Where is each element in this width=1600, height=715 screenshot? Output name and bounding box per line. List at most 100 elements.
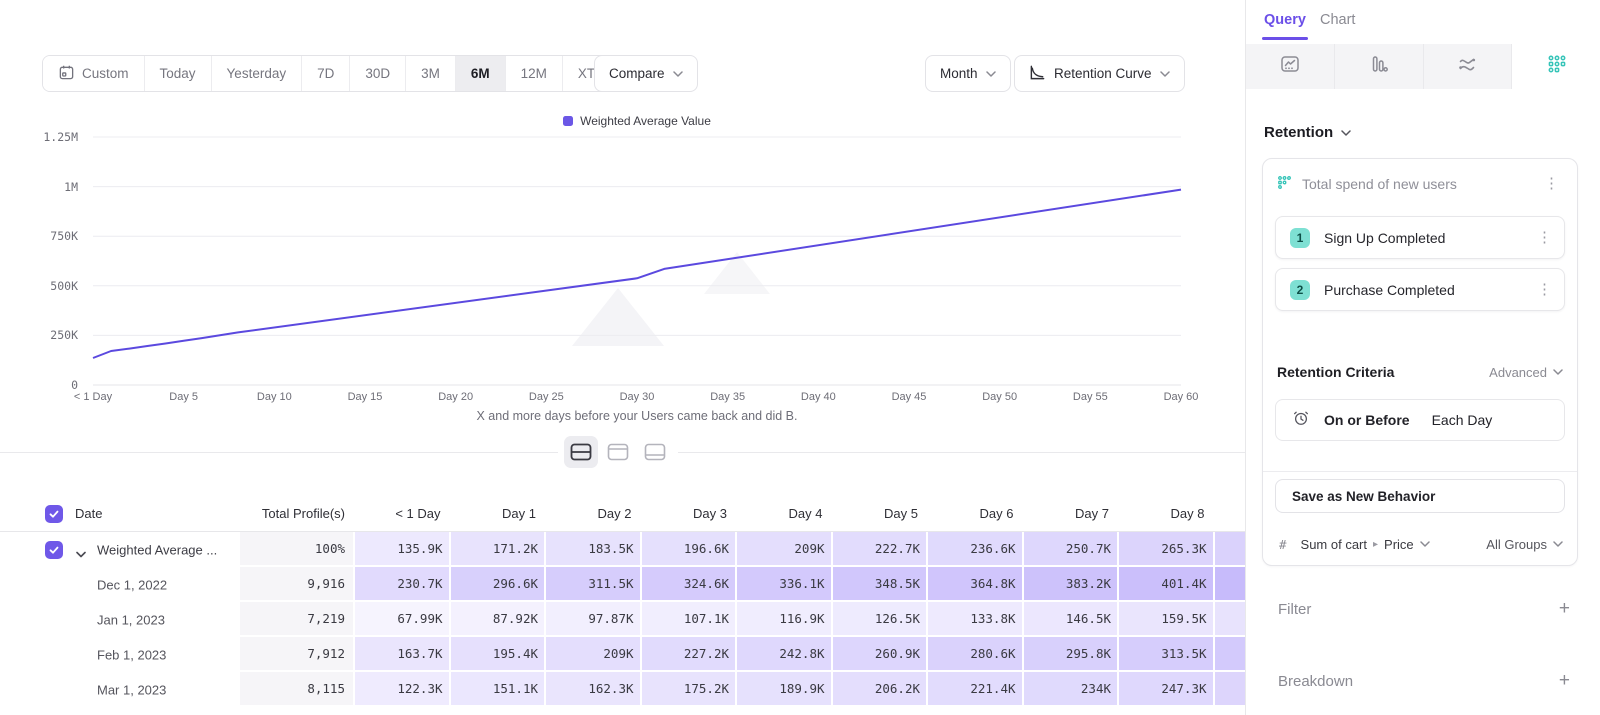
measure-property-dropdown[interactable]: Sum of cart ▸ Price [1301, 537, 1430, 552]
range-button-12m[interactable]: 12M [505, 56, 562, 91]
range-button-7d[interactable]: 7D [301, 56, 349, 91]
chart-type-dropdown[interactable]: Retention Curve [1014, 55, 1185, 92]
header-day-7: Day 7 [1024, 496, 1120, 531]
range-label: Yesterday [227, 66, 287, 81]
flows-icon [1457, 54, 1477, 79]
layout-bottom-button[interactable] [638, 436, 672, 468]
chart-legend[interactable]: Weighted Average Value [93, 114, 1181, 128]
row-label: Dec 1, 2022 [97, 577, 167, 592]
x-axis-tick: Day 35 [683, 391, 773, 403]
table-row[interactable]: Dec 1, 20229,916230.7K296.6K311.5K324.6K… [0, 567, 1249, 602]
chart-type-label: Retention Curve [1054, 66, 1152, 81]
layout-toggle-group [558, 434, 678, 470]
retention-cell: 230.7K [355, 567, 451, 602]
retention-cell: 260.9K [833, 637, 929, 672]
step-event-label: Purchase Completed [1324, 282, 1455, 298]
retention-cell: 364.8K [928, 567, 1024, 602]
retention-cell: 296.6K [451, 567, 547, 602]
total-profiles-cell: 7,219 [240, 602, 355, 637]
insights-icon [1280, 54, 1300, 79]
retention-cell: 126.5K [833, 602, 929, 637]
tab-chart[interactable]: Chart [1320, 12, 1355, 28]
behavior-menu-button[interactable]: ⋮ [1540, 174, 1563, 193]
header-day-5: Day 5 [833, 496, 929, 531]
breadcrumb-arrow-icon: ▸ [1373, 539, 1378, 550]
funnels-icon [1369, 54, 1389, 79]
filter-label: Filter [1278, 601, 1311, 618]
retention-cell: 236.6K [928, 532, 1024, 567]
granularity-dropdown[interactable]: Month [925, 55, 1011, 92]
group-scope-dropdown[interactable]: All Groups [1486, 537, 1563, 552]
row-label: Jan 1, 2023 [97, 612, 165, 627]
retention-cell: 313.5K [1119, 637, 1215, 672]
x-axis-tick: Day 10 [229, 391, 319, 403]
retention-cell: 196.6K [642, 532, 738, 567]
funnels-report-button[interactable] [1335, 44, 1424, 89]
retention-cell: 151.1K [451, 672, 547, 707]
retention-report-app: Weighted Average Value 0250K500K750K1M1.… [0, 0, 1600, 715]
range-button-custom[interactable]: Custom [43, 56, 144, 91]
timing-window-dropdown[interactable]: Each Day [1432, 412, 1493, 428]
range-button-3m[interactable]: 3M [405, 56, 455, 91]
table-row[interactable]: Feb 1, 20237,912163.7K195.4K209K227.2K24… [0, 637, 1249, 672]
header-day-6: Day 6 [928, 496, 1024, 531]
retention-cell: 311.5K [546, 567, 642, 602]
row-label: Mar 1, 2023 [97, 682, 166, 697]
timing-operator-dropdown[interactable]: On or Before [1324, 412, 1410, 428]
save-behavior-button[interactable]: Save as New Behavior [1275, 479, 1565, 513]
retention-cell: 162.3K [546, 672, 642, 707]
table-row[interactable]: Mar 1, 20238,115122.3K151.1K162.3K175.2K… [0, 672, 1249, 707]
chevron-down-icon [1553, 369, 1563, 375]
chevron-down-icon [1160, 71, 1170, 77]
table-row[interactable]: Weighted Average ...100%135.9K171.2K183.… [0, 532, 1249, 567]
flows-report-button[interactable] [1424, 44, 1513, 89]
retention-cell: 242.8K [737, 637, 833, 672]
header-day-3: Day 3 [642, 496, 738, 531]
header-label: Date [75, 506, 102, 521]
range-button-yesterday[interactable]: Yesterday [211, 56, 302, 91]
tab-query[interactable]: Query [1264, 12, 1306, 28]
compare-button[interactable]: Compare [594, 55, 698, 92]
retention-report-button[interactable] [1512, 44, 1600, 89]
behavior-step-1[interactable]: 1Sign Up Completed⋮ [1275, 216, 1565, 259]
behavior-title: Total spend of new users [1302, 176, 1457, 192]
range-button-today[interactable]: Today [144, 56, 211, 91]
expand-chevron-icon[interactable] [76, 545, 86, 563]
y-axis-tick: 750K [0, 229, 78, 243]
insights-report-button[interactable] [1246, 44, 1335, 89]
layout-top-button[interactable] [601, 436, 635, 468]
criteria-mode-dropdown[interactable]: Advanced [1489, 365, 1563, 380]
add-filter-button[interactable]: + [1559, 598, 1570, 620]
y-axis-tick: 1.25M [0, 130, 78, 144]
retention-cell: 222.7K [833, 532, 929, 567]
step-menu-button[interactable]: ⋮ [1533, 228, 1556, 247]
x-axis-tick: Day 45 [864, 391, 954, 403]
header-day-8: Day 8 [1119, 496, 1215, 531]
retention-cell-overflow [1215, 602, 1250, 637]
step-menu-button[interactable]: ⋮ [1533, 280, 1556, 299]
y-axis-tick: 250K [0, 328, 78, 342]
criteria-label: Retention Criteria [1277, 364, 1394, 380]
layout-split-button[interactable] [564, 436, 598, 468]
retention-cell: 336.1K [737, 567, 833, 602]
calendar-icon [58, 64, 75, 84]
chevron-down-icon [1420, 541, 1430, 547]
row-checkbox[interactable] [45, 541, 63, 559]
retention-cell: 107.1K [642, 602, 738, 637]
section-dropdown-retention[interactable]: Retention [1264, 124, 1351, 141]
retention-curve-icon [1029, 64, 1046, 84]
behavior-step-2[interactable]: 2Purchase Completed⋮ [1275, 268, 1565, 311]
range-label: 3M [421, 66, 440, 81]
retention-cell: 324.6K [642, 567, 738, 602]
retention-cell: 97.87K [546, 602, 642, 637]
retention-cell: 87.92K [451, 602, 547, 637]
range-button-6m[interactable]: 6M [455, 56, 505, 91]
select-all-checkbox[interactable] [45, 505, 63, 523]
table-row[interactable]: Jan 1, 20237,21967.99K87.92K97.87K107.1K… [0, 602, 1249, 637]
y-axis-tick: 0 [0, 378, 78, 392]
add-breakdown-button[interactable]: + [1559, 670, 1570, 692]
range-button-30d[interactable]: 30D [349, 56, 405, 91]
step-event-label: Sign Up Completed [1324, 230, 1445, 246]
retention-cell-overflow [1215, 672, 1250, 707]
retention-cell: 383.2K [1024, 567, 1120, 602]
